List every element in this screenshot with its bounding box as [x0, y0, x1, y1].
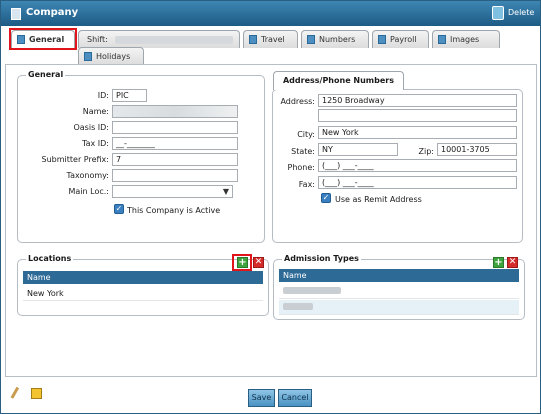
main-loc-select[interactable]: ▼ [112, 185, 233, 198]
locations-legend: Locations [26, 254, 74, 263]
building-icon [11, 8, 21, 20]
page-icon [438, 35, 446, 44]
tab-holidays[interactable]: Holidays [78, 47, 144, 65]
address-phone-tab[interactable]: Address/Phone Numbers [273, 71, 404, 90]
admission-type-blurred [283, 287, 341, 294]
cancel-button[interactable]: Cancel [278, 389, 312, 407]
fax-field[interactable]: (___) ___-____ [318, 176, 517, 189]
fax-label: Fax: [298, 180, 315, 189]
company-active-checkbox[interactable]: ✓ [114, 204, 124, 214]
oasis-id-field[interactable] [112, 121, 238, 134]
tab-numbers[interactable]: Numbers [301, 30, 369, 48]
phone-field[interactable]: (___) ___-____ [318, 159, 517, 172]
pencil-icon[interactable] [10, 386, 24, 402]
admission-types-grid-header: Name [279, 269, 519, 282]
tab-payroll[interactable]: Payroll [372, 30, 429, 48]
company-window: Company Delete General Shift: Travel Num… [0, 0, 541, 414]
window-title: Company [26, 7, 79, 18]
address-line1-field[interactable]: 1250 Broadway [318, 94, 517, 107]
id-field[interactable]: PIC [112, 89, 147, 102]
general-legend: General [26, 70, 66, 79]
zip-label: Zip: [418, 147, 434, 156]
recycle-bin-icon[interactable] [492, 6, 504, 20]
remit-address-checkbox[interactable]: ✓ [321, 193, 331, 203]
submitter-prefix-label: Submitter Prefix: [41, 155, 109, 164]
main-loc-label: Main Loc.: [68, 187, 110, 196]
title-bar: Company Delete [1, 1, 540, 26]
taxonomy-field[interactable] [112, 169, 238, 182]
submitter-prefix-field[interactable]: 7 [112, 153, 238, 166]
tax-id-label: Tax ID: [82, 139, 109, 148]
add-admission-type-button[interactable]: + [493, 257, 504, 268]
page-icon [249, 35, 257, 44]
tax-id-field[interactable]: __-_______ [112, 137, 238, 150]
name-field[interactable] [112, 105, 238, 118]
page-icon [84, 52, 92, 61]
address-line2-field[interactable] [318, 109, 517, 122]
id-label: ID: [97, 91, 109, 100]
tab-images[interactable]: Images [432, 30, 500, 48]
chevron-down-icon: ▼ [222, 187, 229, 196]
city-field[interactable]: New York [318, 126, 517, 139]
taxonomy-label: Taxonomy: [66, 171, 109, 180]
save-button[interactable]: Save [248, 389, 275, 407]
oasis-id-label: Oasis ID: [73, 123, 109, 132]
company-active-label: This Company is Active [127, 206, 221, 215]
remove-location-button[interactable]: ✕ [253, 257, 264, 268]
admission-type-row[interactable] [279, 284, 519, 299]
admission-types-legend: Admission Types [282, 254, 361, 263]
admission-type-row[interactable] [279, 300, 519, 315]
state-label: State: [291, 147, 315, 156]
shift-value-blurred [115, 36, 233, 44]
state-field[interactable]: NY [318, 143, 398, 156]
admission-type-blurred [283, 303, 313, 310]
delete-button[interactable]: Delete [508, 8, 534, 17]
locations-grid-header: Name [23, 271, 263, 284]
note-icon[interactable] [31, 388, 42, 399]
tab-travel[interactable]: Travel [243, 30, 298, 48]
page-icon [378, 35, 386, 44]
add-location-highlight [232, 254, 252, 271]
general-tab-highlight [9, 28, 77, 50]
name-label: Name: [82, 107, 109, 116]
page-icon [307, 35, 315, 44]
remit-address-label: Use as Remit Address [335, 195, 422, 204]
location-row[interactable]: New York [23, 286, 263, 301]
tab-shift[interactable]: Shift: [78, 30, 240, 48]
address-label: Address: [280, 97, 315, 106]
zip-field[interactable]: 10001-3705 [437, 143, 517, 156]
city-label: City: [297, 130, 315, 139]
remove-admission-type-button[interactable]: ✕ [507, 257, 518, 268]
phone-label: Phone: [287, 163, 315, 172]
